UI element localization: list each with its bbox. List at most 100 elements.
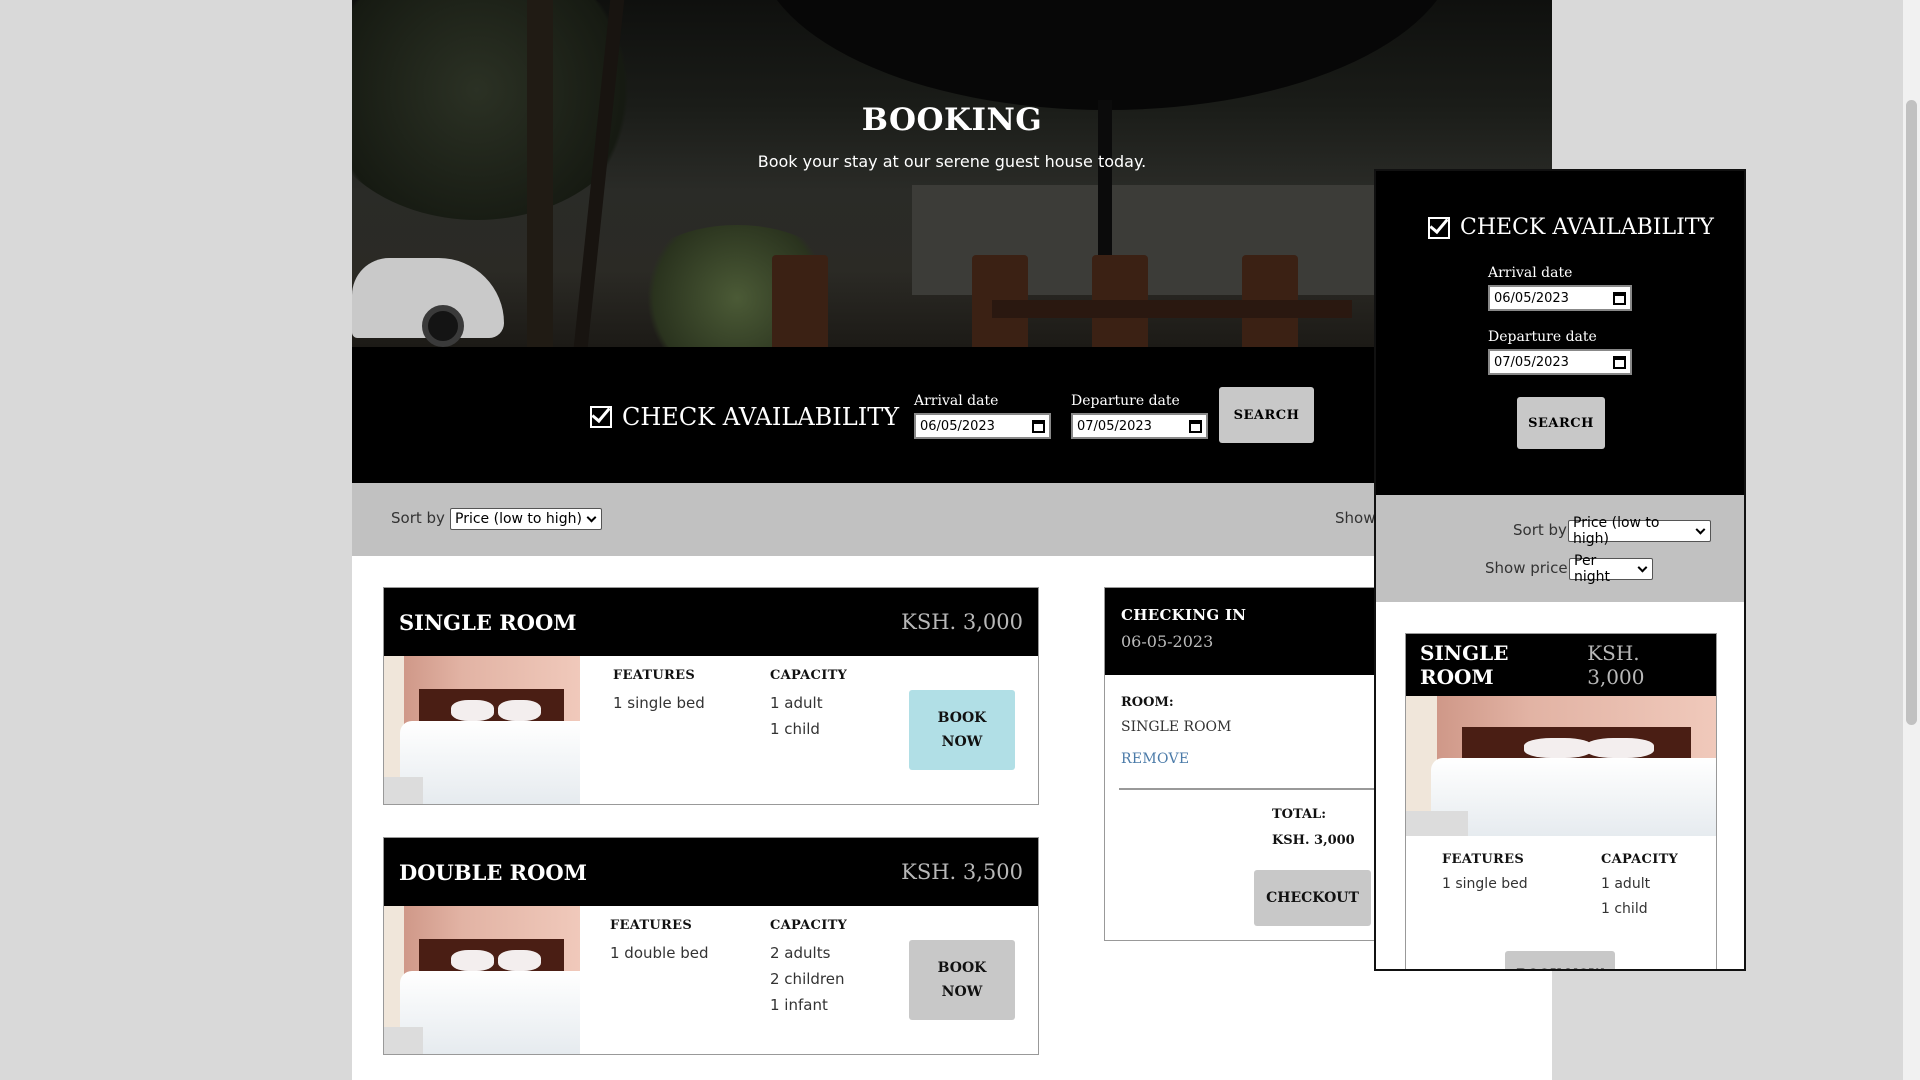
page-scrollbar[interactable] [1903, 0, 1920, 1080]
sort-select-value: Price (low to high) [455, 511, 582, 527]
features-heading: FEATURES [613, 668, 696, 683]
room-price: KSH. 3,000 [901, 610, 1023, 634]
room-photo [384, 656, 580, 804]
arrival-date-input[interactable]: 06/05/2023 [1488, 285, 1632, 311]
calendar-icon[interactable] [1613, 355, 1626, 369]
availability-title-text: CHECK AVAILABILITY [1460, 215, 1714, 240]
checkout-header: CHECKING IN 06-05-2023 [1105, 588, 1403, 675]
book-now-button[interactable]: BOOK NOW [909, 690, 1015, 770]
room-price: KSH. 3,500 [901, 860, 1023, 884]
departure-field: Departure date 07/05/2023 [1488, 329, 1632, 375]
capacity-item: 1 child [1601, 901, 1648, 917]
chevron-down-icon [1637, 562, 1648, 572]
preview-sort-bar: Sort by Price (low to high) Show price P… [1376, 495, 1744, 602]
capacity-item: 1 adult [1601, 876, 1651, 892]
room-photo [384, 906, 580, 1054]
calendar-icon[interactable] [1032, 419, 1045, 433]
total-label: TOTAL: [1272, 807, 1326, 822]
page-subtitle: Book your stay at our serene guest house… [757, 152, 1147, 171]
room-body: FEATURES 1 double bed CAPACITY 2 adults … [384, 906, 1038, 1054]
checking-in-date: 06-05-2023 [1121, 632, 1214, 651]
departure-label: Departure date [1071, 393, 1180, 409]
hero-umbrella [757, 0, 1457, 110]
remove-room-link[interactable]: REMOVE [1121, 751, 1189, 767]
departure-date-input[interactable]: 07/05/2023 [1071, 413, 1208, 439]
hero-table [992, 300, 1352, 318]
room-body: FEATURES 1 single bed CAPACITY 1 adult 1… [384, 656, 1038, 804]
departure-field: Departure date 07/05/2023 [1071, 393, 1208, 439]
room-card-single: SINGLE ROOM KSH. 3,000 FEATURES 1 single… [1405, 633, 1717, 969]
check-square-icon [590, 406, 612, 428]
hero-banner: BOOKING Book your stay at our serene gue… [352, 0, 1552, 347]
check-square-icon [1428, 216, 1450, 239]
availability-title: CHECK AVAILABILITY [1428, 215, 1714, 240]
checkout-button[interactable]: CHECKOUT [1254, 870, 1371, 926]
checkout-room-value: SINGLE ROOM [1121, 719, 1232, 735]
hero-tree [527, 0, 553, 347]
room-header: SINGLE ROOM KSH. 3,000 [384, 588, 1038, 656]
search-button[interactable]: SEARCH [1219, 387, 1314, 443]
feature-item: 1 single bed [613, 694, 705, 712]
book-now-button[interactable]: BOOK NOW [909, 940, 1015, 1020]
divider [1119, 788, 1391, 790]
capacity-item: 1 adult [770, 694, 823, 712]
features-list: 1 single bed [613, 690, 705, 716]
room-name: SINGLE ROOM [399, 609, 577, 635]
room-header: SINGLE ROOM KSH. 3,000 [1406, 634, 1716, 696]
departure-date-value: 07/05/2023 [1494, 354, 1569, 370]
room-header: DOUBLE ROOM KSH. 3,500 [384, 838, 1038, 906]
departure-date-input[interactable]: 07/05/2023 [1488, 349, 1632, 375]
features-list: 1 single bed [1442, 872, 1528, 897]
arrival-date-value: 06/05/2023 [920, 418, 995, 434]
capacity-item: 1 infant [770, 996, 828, 1014]
capacity-list: 1 adult 1 child [1601, 872, 1650, 922]
page-title: BOOKING [861, 102, 1043, 138]
total-value: KSH. 3,000 [1272, 833, 1355, 848]
room-name: SINGLE ROOM [1420, 641, 1509, 689]
hero-car-wheel [422, 305, 464, 347]
capacity-heading: CAPACITY [770, 918, 848, 933]
mobile-preview: CHECK AVAILABILITY Arrival date 06/05/20… [1374, 169, 1746, 971]
arrival-date-value: 06/05/2023 [1494, 290, 1569, 306]
arrival-label: Arrival date [1488, 265, 1573, 281]
sort-label: Sort by [1513, 521, 1567, 539]
room-card-single: SINGLE ROOM KSH. 3,000 FEATURES 1 single… [383, 587, 1039, 805]
search-button[interactable]: SEARCH [1517, 397, 1605, 449]
sort-select[interactable]: Price (low to high) [1568, 515, 1711, 547]
arrival-field: Arrival date 06/05/2023 [914, 393, 1051, 439]
room-name: DOUBLE ROOM [399, 859, 587, 885]
availability-bar: CHECK AVAILABILITY Arrival date 06/05/20… [352, 347, 1552, 483]
hero-chair [772, 255, 828, 347]
features-list: 1 double bed [610, 940, 708, 966]
capacity-item: 2 adults [770, 944, 831, 962]
arrival-date-input[interactable]: 06/05/2023 [914, 413, 1051, 439]
capacity-list: 1 adult 1 child [770, 690, 823, 742]
arrival-field: Arrival date 06/05/2023 [1488, 265, 1632, 311]
departure-label: Departure date [1488, 329, 1597, 345]
sort-select[interactable]: Price (low to high) [450, 508, 602, 530]
departure-date-value: 07/05/2023 [1077, 418, 1152, 434]
checkout-summary: CHECKING IN 06-05-2023 ROOM: SINGLE ROOM… [1104, 587, 1404, 941]
sort-select-value: Price (low to high) [1573, 515, 1660, 547]
booking-page: BOOKING Book your stay at our serene gue… [352, 0, 1552, 1080]
capacity-heading: CAPACITY [770, 668, 848, 683]
preview-availability: CHECK AVAILABILITY Arrival date 06/05/20… [1376, 171, 1744, 495]
show-price-select[interactable]: Per night [1569, 553, 1653, 585]
calendar-icon[interactable] [1613, 291, 1626, 305]
room-card-double: DOUBLE ROOM KSH. 3,500 FEATURES 1 double… [383, 837, 1039, 1055]
features-heading: FEATURES [1442, 852, 1525, 867]
capacity-heading: CAPACITY [1601, 852, 1679, 867]
feature-item: 1 single bed [1442, 876, 1528, 892]
calendar-icon[interactable] [1189, 419, 1202, 433]
sort-bar: Sort by Price (low to high) Show [352, 483, 1552, 556]
checking-in-label: CHECKING IN [1121, 606, 1247, 624]
checkout-room-label: ROOM: [1121, 695, 1174, 710]
scrollbar-thumb[interactable] [1906, 100, 1917, 725]
chevron-down-icon [1695, 524, 1706, 534]
availability-title-text: CHECK AVAILABILITY [622, 403, 900, 431]
show-price-label: Show [1335, 509, 1376, 527]
room-photo [1406, 696, 1716, 836]
availability-title: CHECK AVAILABILITY [590, 403, 899, 431]
book-now-button[interactable]: BOOK NOW [1505, 951, 1615, 969]
sort-label: Sort by [391, 509, 445, 527]
